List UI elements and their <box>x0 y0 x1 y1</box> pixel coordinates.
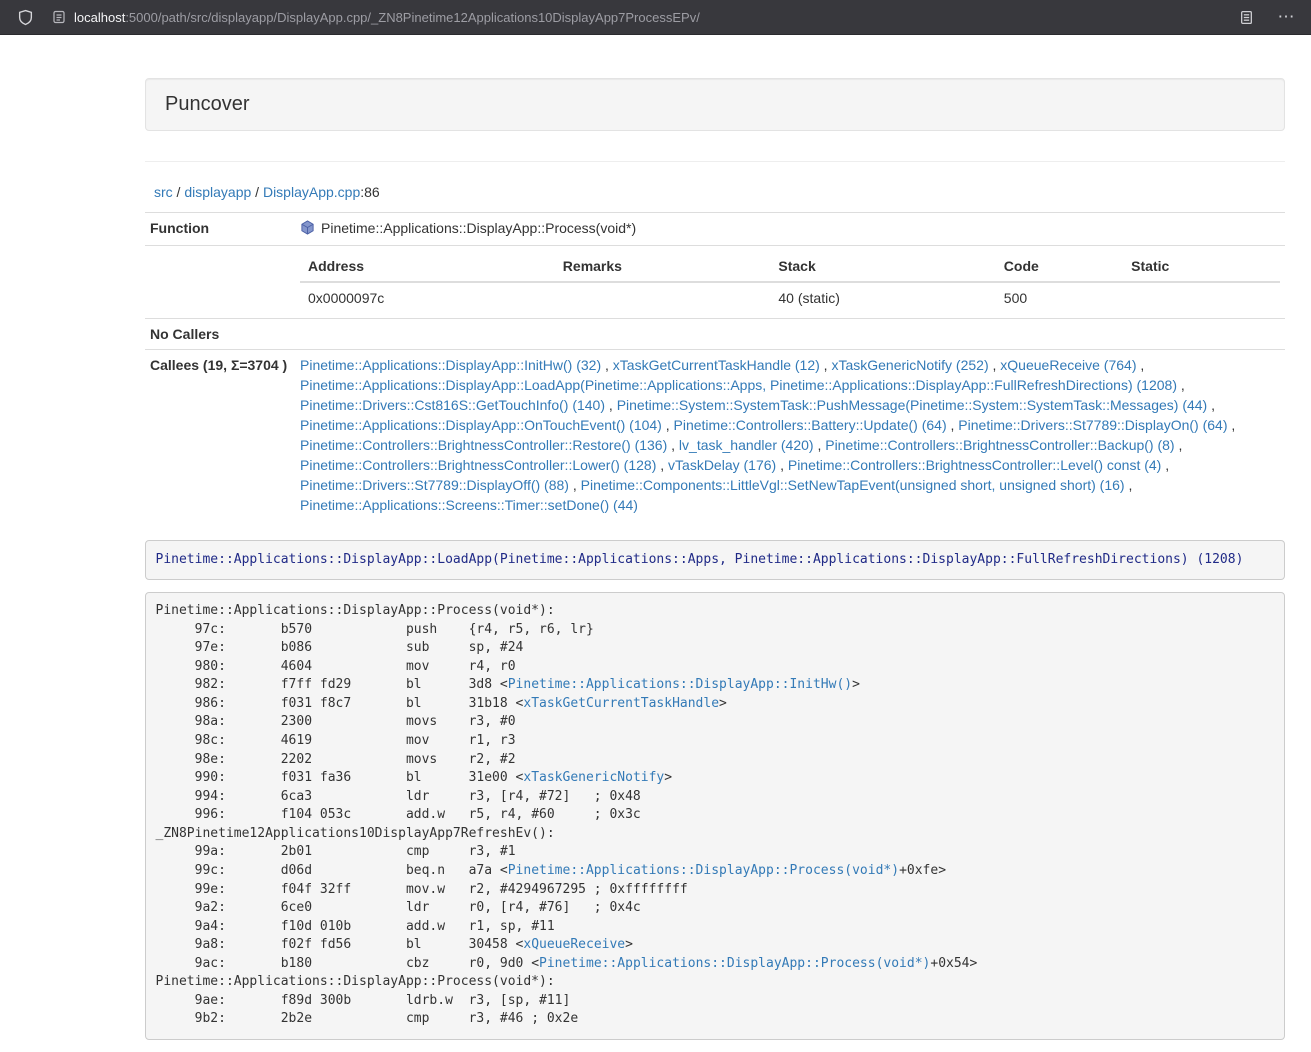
function-name: Pinetime::Applications::DisplayApp::Proc… <box>321 220 636 236</box>
no-callers-row: No Callers <box>145 319 1285 350</box>
column-code: Code <box>996 251 1123 282</box>
symbol-link[interactable]: Pinetime::Applications::DisplayApp::Proc… <box>539 956 930 971</box>
static-value <box>1123 282 1280 313</box>
url-path: :5000/path/src/displayapp/DisplayApp.cpp… <box>125 10 700 25</box>
menu-icon[interactable]: ⋯ <box>1273 4 1299 30</box>
app-header: Puncover <box>145 78 1285 131</box>
callee-link[interactable]: xTaskGetCurrentTaskHandle (12) <box>613 357 820 373</box>
callees-row: Callees (19, Σ=3704 ) Pinetime::Applicat… <box>145 350 1285 521</box>
breadcrumb-file[interactable]: DisplayApp.cpp <box>263 184 360 200</box>
column-static: Static <box>1123 251 1280 282</box>
callees-cell: Pinetime::Applications::DisplayApp::Init… <box>295 350 1285 521</box>
shield-icon[interactable] <box>12 4 38 30</box>
callee-link[interactable]: Pinetime::Controllers::BrightnessControl… <box>300 457 656 473</box>
function-label: Function <box>145 213 295 246</box>
details-header-row: Address Remarks Stack Code Static <box>300 251 1280 282</box>
breadcrumb-src[interactable]: src <box>154 184 173 200</box>
symbol-link[interactable]: xTaskGenericNotify <box>523 770 664 785</box>
details-table: Address Remarks Stack Code Static 0x0000… <box>300 251 1280 313</box>
details-value-row: 0x0000097c 40 (static) 500 <box>300 282 1280 313</box>
callee-link[interactable]: vTaskDelay (176) <box>668 457 776 473</box>
code-value: 500 <box>996 282 1123 313</box>
callee-link[interactable]: Pinetime::Controllers::BrightnessControl… <box>300 437 667 453</box>
callee-link[interactable]: Pinetime::Applications::DisplayApp::OnTo… <box>300 417 662 433</box>
stack-value: 40 (static) <box>770 282 995 313</box>
callee-link[interactable]: Pinetime::Applications::Screens::Timer::… <box>300 497 638 513</box>
callee-link[interactable]: xTaskGenericNotify (252) <box>831 357 988 373</box>
callee-link[interactable]: Pinetime::Drivers::Cst816S::GetTouchInfo… <box>300 397 605 413</box>
column-stack: Stack <box>770 251 995 282</box>
callee-link[interactable]: Pinetime::Applications::DisplayApp::Init… <box>300 357 601 373</box>
column-address: Address <box>300 251 555 282</box>
breadcrumb-displayapp[interactable]: displayapp <box>184 184 251 200</box>
address-value: 0x0000097c <box>300 282 555 313</box>
breadcrumb-separator: / <box>173 184 185 200</box>
callee-link[interactable]: Pinetime::System::SystemTask::PushMessag… <box>617 397 1208 413</box>
symbol-table: Function Pinetime::Applications::Display… <box>145 212 1285 520</box>
callees-label: Callees (19, Σ=3704 ) <box>145 350 295 521</box>
function-icon <box>300 220 315 240</box>
function-row: Function Pinetime::Applications::Display… <box>145 213 1285 246</box>
callee-link[interactable]: Pinetime::Drivers::St7789::DisplayOn() (… <box>958 417 1227 433</box>
symbol-link[interactable]: xTaskGetCurrentTaskHandle <box>523 696 719 711</box>
callee-link[interactable]: xQueueReceive (764) <box>1000 357 1136 373</box>
callees-list: Pinetime::Applications::DisplayApp::Init… <box>300 357 1235 513</box>
remarks-value <box>555 282 771 313</box>
url-bar[interactable]: localhost:5000/path/src/displayapp/Displ… <box>52 10 1233 25</box>
divider <box>145 161 1285 162</box>
no-callers-cell <box>295 319 1285 350</box>
callee-link[interactable]: Pinetime::Drivers::St7789::DisplayOff() … <box>300 477 569 493</box>
callee-link[interactable]: Pinetime::Controllers::BrightnessControl… <box>825 437 1174 453</box>
page-icon <box>52 10 66 24</box>
column-remarks: Remarks <box>555 251 771 282</box>
breadcrumb-line-number: :86 <box>360 184 379 200</box>
callee-link[interactable]: Pinetime::Components::LittleVgl::SetNewT… <box>581 477 1125 493</box>
disassembly: Pinetime::Applications::DisplayApp::Proc… <box>145 592 1285 1040</box>
highlighted-symbol-link[interactable]: Pinetime::Applications::DisplayApp::Load… <box>156 552 1244 567</box>
details-cell: Address Remarks Stack Code Static 0x0000… <box>295 246 1285 319</box>
page-title: Puncover <box>165 93 250 115</box>
main-content: Puncover src / displayapp / DisplayApp.c… <box>145 35 1285 1040</box>
details-row: Address Remarks Stack Code Static 0x0000… <box>145 246 1285 319</box>
symbol-link[interactable]: Pinetime::Applications::DisplayApp::Init… <box>508 677 852 692</box>
function-name-cell: Pinetime::Applications::DisplayApp::Proc… <box>295 213 1285 246</box>
symbol-link[interactable]: xQueueReceive <box>523 937 625 952</box>
callee-link[interactable]: Pinetime::Applications::DisplayApp::Load… <box>300 377 1177 393</box>
breadcrumb-separator: / <box>251 184 263 200</box>
callee-link[interactable]: Pinetime::Controllers::Battery::Update()… <box>674 417 947 433</box>
reader-mode-icon[interactable] <box>1233 4 1259 30</box>
url-host: localhost <box>74 10 125 25</box>
callee-link[interactable]: lv_task_handler (420) <box>679 437 814 453</box>
symbol-link[interactable]: Pinetime::Applications::DisplayApp::Proc… <box>508 863 899 878</box>
details-row-label <box>145 246 295 319</box>
highlighted-symbol: Pinetime::Applications::DisplayApp::Load… <box>145 540 1285 580</box>
callee-link[interactable]: Pinetime::Controllers::BrightnessControl… <box>788 457 1161 473</box>
browser-chrome: localhost:5000/path/src/displayapp/Displ… <box>0 0 1311 35</box>
no-callers-label: No Callers <box>145 319 295 350</box>
breadcrumb: src / displayapp / DisplayApp.cpp:86 <box>154 182 1285 202</box>
